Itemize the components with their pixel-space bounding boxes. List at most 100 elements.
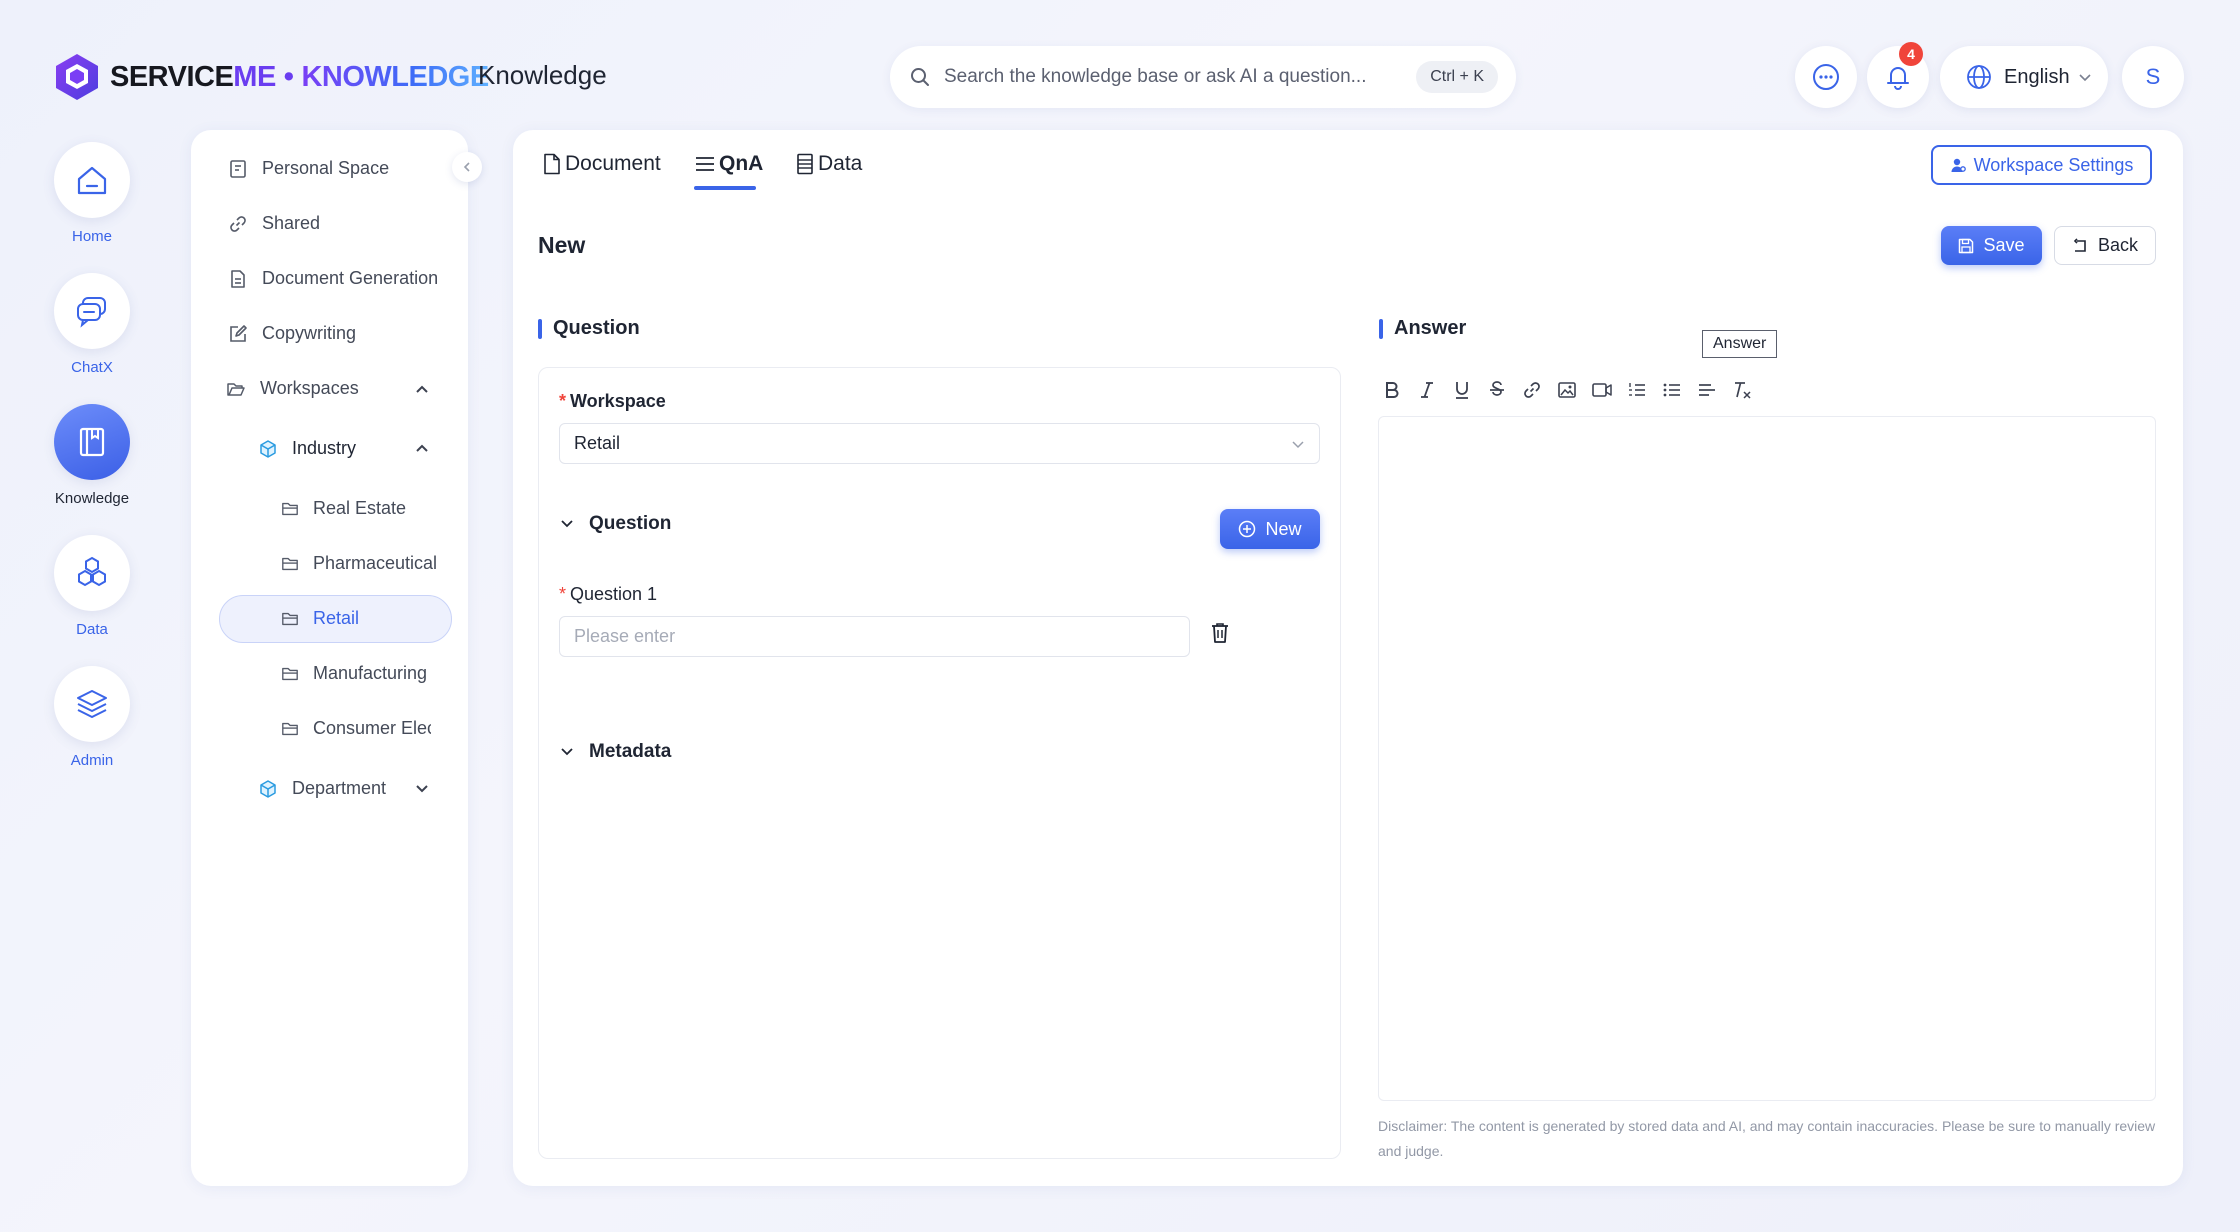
answer-section-title: Answer (1379, 317, 1466, 340)
align-button[interactable] (1697, 378, 1717, 402)
sidebar-item-label: Document Generation (262, 268, 439, 288)
chevron-down-icon[interactable] (415, 781, 429, 795)
chevron-up-icon[interactable] (415, 383, 429, 397)
sidebar-item-label: Industry (292, 438, 357, 458)
sidebar-item-pharmaceutical[interactable]: Pharmaceutical (281, 553, 441, 574)
chevron-down-icon (2079, 74, 2091, 82)
chevron-left-icon (463, 162, 470, 172)
new-question-button[interactable]: New (1220, 509, 1320, 549)
tab-label: Document (565, 152, 661, 175)
personal-space-icon (230, 159, 246, 178)
chevron-down-icon (561, 748, 573, 756)
sidebar-item-copywriting[interactable]: Copywriting (228, 323, 448, 344)
page-title: New (538, 232, 586, 258)
sidebar-collapse-button[interactable] (452, 152, 482, 182)
workspace-settings-button[interactable]: Workspace Settings (1931, 145, 2152, 185)
global-search[interactable]: Search the knowledge base or ask AI a qu… (890, 46, 1516, 108)
search-input[interactable]: Search the knowledge base or ask AI a qu… (944, 66, 1416, 88)
search-icon (911, 68, 929, 86)
rail-knowledge[interactable]: Knowledge (54, 404, 130, 507)
clear-format-button[interactable] (1732, 378, 1752, 402)
document-icon (544, 153, 560, 175)
new-question-label: New (1265, 518, 1302, 539)
folder-open-icon (227, 382, 245, 396)
chevron-up-icon[interactable] (415, 442, 429, 456)
notification-count-badge: 4 (1899, 42, 1923, 66)
back-label: Back (2097, 235, 2139, 255)
chevron-down-icon (561, 520, 573, 528)
app-logo[interactable]: SERVICEME • KNOWLEDGE (54, 50, 489, 104)
question-section-title: Question (538, 317, 640, 340)
sidebar-item-label: Manufacturing (313, 663, 428, 683)
user-avatar[interactable]: S (2122, 46, 2184, 108)
table-icon (797, 153, 813, 175)
rail-chatx[interactable]: ChatX (54, 273, 130, 376)
tab-data[interactable]: Data (796, 152, 862, 176)
video-icon (1592, 383, 1612, 397)
workspace-select[interactable]: Retail (559, 423, 1320, 464)
answer-editor[interactable] (1378, 416, 2156, 1101)
image-icon (1558, 382, 1576, 398)
sidebar-item-consumer-elect[interactable]: Consumer Elect (281, 718, 431, 739)
sidebar-item-label: Personal Space (262, 158, 390, 178)
sidebar-item-label: Retail (313, 608, 360, 628)
metadata-group-toggle[interactable]: Metadata (559, 741, 671, 763)
bullet-list-button[interactable] (1662, 378, 1682, 402)
rail-admin-label: Admin (70, 752, 114, 769)
bold-button[interactable] (1382, 378, 1402, 402)
rail-data-label: Data (76, 621, 108, 638)
cube-icon (260, 779, 276, 798)
question1-label: * Question 1 (559, 584, 658, 604)
link-button[interactable] (1522, 378, 1542, 402)
trash-icon[interactable] (1210, 622, 1230, 644)
folder-icon (282, 612, 298, 625)
sidebar-item-shared[interactable]: Shared (228, 213, 448, 234)
question1-input[interactable] (559, 616, 1190, 657)
rail-admin[interactable]: Admin (54, 666, 130, 769)
workspace-settings-label: Workspace Settings (1973, 154, 2134, 175)
sidebar-item-label: Shared (262, 213, 321, 233)
sidebar-item-department[interactable]: Department (258, 778, 438, 799)
chatx-icon (77, 297, 106, 328)
bell-icon (1887, 67, 1909, 90)
rail-chatx-label: ChatX (71, 359, 113, 376)
video-button[interactable] (1592, 378, 1612, 402)
sidebar-item-workspaces[interactable]: Workspaces (226, 378, 446, 399)
layers-icon (77, 690, 107, 718)
sidebar-item-manufacturing[interactable]: Manufacturing (281, 663, 441, 684)
sidebar-item-document-generation[interactable]: Document Generation (228, 268, 448, 289)
search-shortcut-badge: Ctrl + K (1416, 61, 1498, 93)
ordered-list-button[interactable] (1627, 378, 1647, 402)
link-icon (230, 215, 246, 232)
notifications-button[interactable]: 4 (1867, 42, 1929, 108)
rail-data[interactable]: Data (54, 535, 130, 638)
italic-button[interactable] (1417, 378, 1437, 402)
sidebar-item-real-estate[interactable]: Real Estate (281, 498, 441, 519)
rail-home[interactable]: Home (54, 142, 130, 245)
rich-text-toolbar (1382, 378, 1752, 402)
save-button[interactable]: Save (1941, 226, 2042, 265)
sidebar-item-industry[interactable]: Industry (258, 438, 438, 459)
logo-cube-icon (56, 54, 98, 100)
strikethrough-icon (1490, 381, 1504, 396)
plus-circle-icon (1239, 520, 1256, 538)
sidebar-item-personal-space[interactable]: Personal Space (228, 158, 448, 179)
chat-bubble-icon (1813, 64, 1839, 90)
language-label: English (2004, 65, 2070, 88)
workspace-field-label: * Workspace (559, 391, 666, 411)
underline-button[interactable] (1452, 378, 1472, 402)
back-button[interactable]: Back (2054, 226, 2156, 265)
language-selector[interactable]: English (1940, 46, 2108, 108)
metadata-group-label: Metadata (589, 741, 672, 762)
question-group-toggle[interactable]: Question (559, 513, 671, 535)
user-settings-icon (1951, 158, 1966, 172)
tab-document[interactable]: Document (543, 152, 661, 176)
tab-qna[interactable]: QnA (695, 152, 763, 176)
image-button[interactable] (1557, 378, 1577, 402)
strikethrough-button[interactable] (1487, 378, 1507, 402)
home-icon (77, 166, 107, 195)
chat-button[interactable] (1795, 46, 1857, 108)
folder-icon (282, 502, 298, 515)
italic-icon (1421, 382, 1433, 398)
sidebar-item-retail[interactable]: Retail (281, 608, 441, 629)
